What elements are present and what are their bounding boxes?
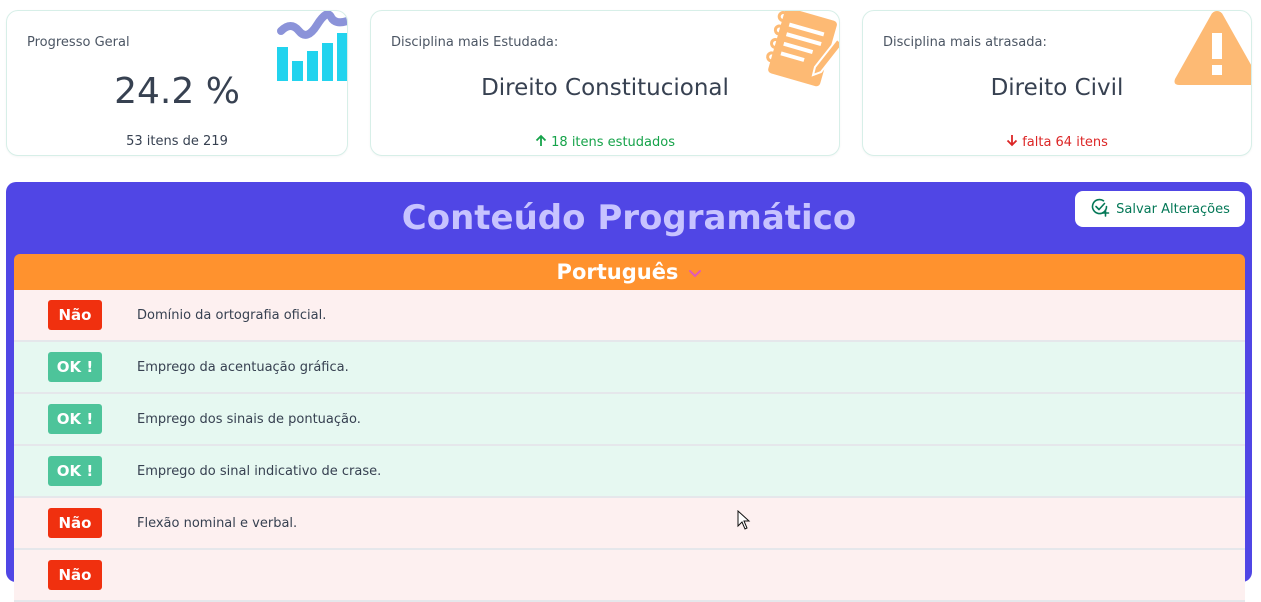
panel-title: Conteúdo Programático xyxy=(401,198,857,238)
notepad-icon xyxy=(761,11,839,93)
topic-row: Não Flexão nominal e verbal. xyxy=(14,498,1245,550)
save-changes-label: Salvar Alterações xyxy=(1116,201,1230,217)
topic-text: Flexão nominal e verbal. xyxy=(137,515,298,531)
warning-icon xyxy=(1171,11,1251,91)
topic-row: Não xyxy=(14,550,1245,602)
chevron-down-icon[interactable] xyxy=(688,260,702,284)
status-toggle-button[interactable]: Não xyxy=(48,300,102,330)
most-studied-card: Disciplina mais Estudada: Direito Consti… xyxy=(370,10,840,156)
status-toggle-button[interactable]: OK ! xyxy=(48,456,102,486)
status-toggle-button[interactable]: Não xyxy=(48,560,102,590)
topic-text: Emprego dos sinais de pontuação. xyxy=(137,411,361,427)
topic-text: Domínio da ortografia oficial. xyxy=(137,307,327,323)
topic-text: Emprego do sinal indicativo de crase. xyxy=(137,463,382,479)
overall-progress-detail: 53 itens de 219 xyxy=(126,134,228,149)
programmatic-content-panel: Conteúdo Programático Salvar Alterações … xyxy=(6,182,1252,602)
save-changes-button[interactable]: Salvar Alterações xyxy=(1075,191,1245,227)
most-behind-detail: falta 64 itens xyxy=(1022,135,1108,150)
topic-text: Emprego da acentuação gráfica. xyxy=(137,359,349,375)
status-toggle-button[interactable]: OK ! xyxy=(48,404,102,434)
most-behind-label: Disciplina mais atrasada: xyxy=(883,35,1047,50)
topic-list: Não Domínio da ortografia oficial. OK ! … xyxy=(14,290,1245,602)
most-studied-label: Disciplina mais Estudada: xyxy=(391,35,559,50)
arrow-down-icon xyxy=(1006,135,1022,150)
topic-row: OK ! Emprego da acentuação gráfica. xyxy=(14,342,1245,394)
most-behind-card: Disciplina mais atrasada: Direito Civil … xyxy=(862,10,1252,156)
overall-progress-card: Progresso Geral 24.2 % 53 itens de 219 xyxy=(6,10,348,156)
subject-title: Português xyxy=(556,260,679,284)
most-behind-detail-row: falta 64 itens xyxy=(863,134,1251,150)
topic-row: Não Domínio da ortografia oficial. xyxy=(14,290,1245,342)
most-studied-detail: 18 itens estudados xyxy=(551,135,675,150)
overall-progress-label: Progresso Geral xyxy=(27,35,130,50)
status-toggle-button[interactable]: OK ! xyxy=(48,352,102,382)
check-circle-add-icon xyxy=(1090,197,1110,221)
mouse-cursor-icon xyxy=(737,509,751,534)
status-toggle-button[interactable]: Não xyxy=(48,508,102,538)
topic-row: OK ! Emprego do sinal indicativo de cras… xyxy=(14,446,1245,498)
arrow-up-icon xyxy=(535,134,551,150)
subject-header-portugues[interactable]: Português xyxy=(14,254,1245,290)
topic-row: OK ! Emprego dos sinais de pontuação. xyxy=(14,394,1245,446)
bar-chart-icon xyxy=(277,11,347,87)
most-studied-detail-row: 18 itens estudados xyxy=(371,134,839,150)
